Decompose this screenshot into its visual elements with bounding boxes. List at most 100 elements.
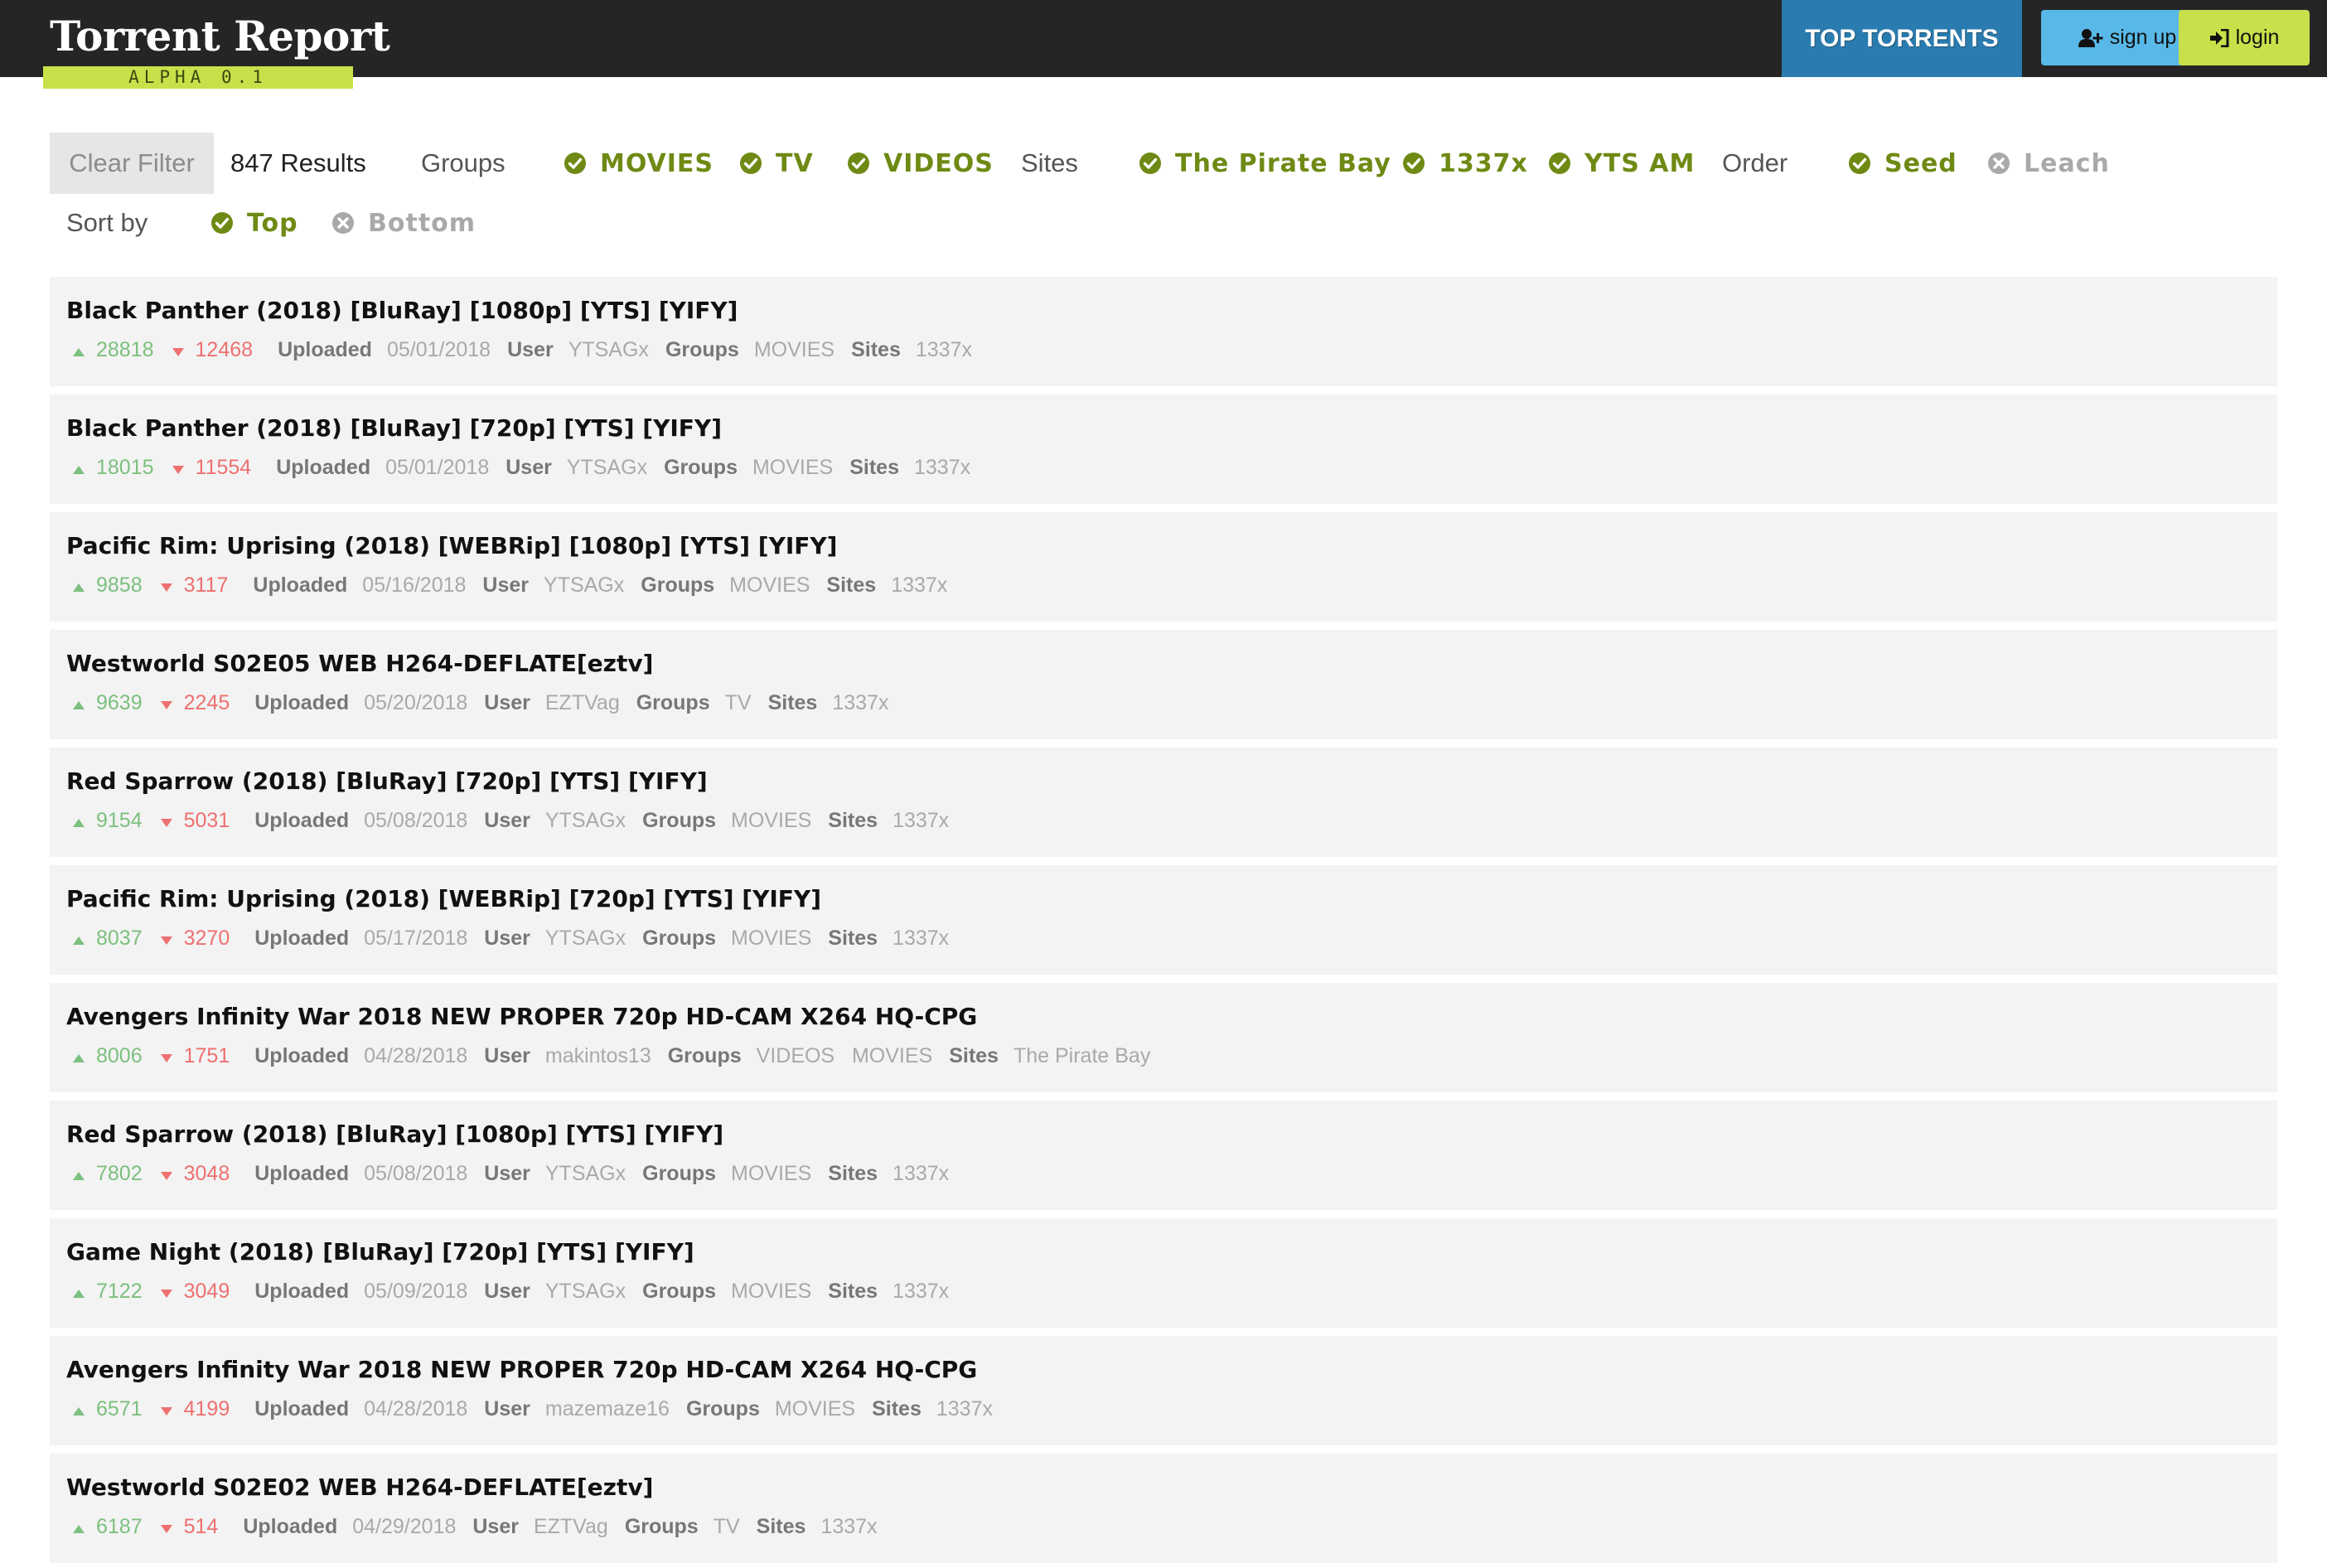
sort-bottom-label: Bottom [368, 208, 477, 238]
uploaded-label: Uploaded [254, 808, 350, 832]
torrent-title[interactable]: Black Panther (2018) [BluRay] [720p] [YT… [66, 412, 722, 445]
login-button[interactable]: login [2179, 10, 2310, 65]
uploaded-date: 05/17/2018 [364, 926, 468, 950]
uploader-name: YTSAGx [544, 808, 626, 832]
torrent-meta: 9639 2245 Uploaded 05/20/2018 User EZTVa… [73, 688, 905, 718]
check-circle-icon [1139, 152, 1162, 175]
sites-label: Sites [828, 1279, 878, 1303]
seed-count: 9154 [96, 808, 143, 832]
leech-count: 3049 [183, 1279, 230, 1303]
torrent-row[interactable]: Game Night (2018) [BluRay] [720p] [YTS] … [50, 1218, 2277, 1328]
filter-order-leach-label: Leach [2024, 148, 2110, 178]
filter-site-the-pirate-bay-label: The Pirate Bay [1175, 148, 1391, 178]
groups-label: Groups [624, 1514, 699, 1538]
filter-group-movies[interactable]: MOVIES [564, 133, 714, 194]
torrent-row[interactable]: Pacific Rim: Uprising (2018) [WEBRip] [1… [50, 512, 2277, 622]
leech-count: 11554 [195, 455, 252, 479]
uploaded-date: 04/28/2018 [364, 1043, 468, 1067]
groups-label: Groups [642, 926, 717, 950]
uploaded-date: 05/16/2018 [362, 573, 467, 597]
uploaded-label: Uploaded [278, 337, 372, 361]
leech-count: 12468 [195, 337, 254, 361]
seed-up-arrow-icon [73, 927, 85, 951]
uploaded-date: 04/29/2018 [352, 1514, 457, 1538]
groups-filter-label: Groups [421, 148, 506, 177]
check-circle-icon [1548, 152, 1571, 175]
torrent-row[interactable]: Avengers Infinity War 2018 NEW PROPER 72… [50, 983, 2277, 1092]
user-label: User [484, 1279, 530, 1303]
group-names: MOVIES [731, 1161, 812, 1185]
filter-group-videos[interactable]: VIDEOS [847, 133, 994, 194]
uploader-name: YTSAGx [568, 337, 649, 361]
group-names: TV [724, 690, 752, 714]
site-names: 1337x [936, 1396, 993, 1420]
groups-label: Groups [641, 573, 715, 597]
torrent-meta: 9858 3117 Uploaded 05/16/2018 User YTSAG… [73, 570, 964, 600]
torrent-title[interactable]: Pacific Rim: Uprising (2018) [WEBRip] [1… [66, 530, 837, 563]
torrent-title[interactable]: Red Sparrow (2018) [BluRay] [1080p] [YTS… [66, 1118, 723, 1151]
filter-order-seed[interactable]: Seed [1848, 133, 1957, 194]
site-names: The Pirate Bay [1013, 1043, 1151, 1067]
torrent-meta: 6571 4199 Uploaded 04/28/2018 User mazem… [73, 1394, 1009, 1424]
clear-filter-button[interactable]: Clear Filter [50, 133, 214, 194]
torrent-meta: 7122 3049 Uploaded 05/09/2018 User YTSAG… [73, 1276, 965, 1306]
seed-up-arrow-icon [73, 338, 85, 362]
torrent-row[interactable]: Black Panther (2018) [BluRay] [1080p] [Y… [50, 277, 2277, 386]
torrent-title[interactable]: Red Sparrow (2018) [BluRay] [720p] [YTS]… [66, 765, 708, 798]
logo-subtitle: ALPHA 0.1 [43, 66, 353, 89]
filter-order-seed-label: Seed [1884, 148, 1957, 178]
x-circle-icon [1987, 152, 2010, 175]
logo-title: Torrent Report [50, 12, 390, 60]
sites-filter-label: Sites [1021, 148, 1078, 177]
torrent-title[interactable]: Game Night (2018) [BluRay] [720p] [YTS] … [66, 1236, 694, 1269]
site-names: 1337x [893, 1279, 950, 1303]
torrent-title[interactable]: Black Panther (2018) [BluRay] [1080p] [Y… [66, 294, 738, 327]
leech-count: 514 [183, 1514, 219, 1538]
seed-count: 8037 [96, 926, 143, 950]
torrent-row[interactable]: Red Sparrow (2018) [BluRay] [1080p] [YTS… [50, 1101, 2277, 1210]
torrent-title[interactable]: Westworld S02E02 WEB H264-DEFLATE[eztv] [66, 1471, 653, 1504]
torrent-title[interactable]: Pacific Rim: Uprising (2018) [WEBRip] [7… [66, 883, 821, 916]
torrent-meta: 6187 514 Uploaded 04/29/2018 User EZTVag… [73, 1512, 894, 1541]
filter-site-yts-am[interactable]: YTS AM [1548, 133, 1695, 194]
sort-bottom[interactable]: Bottom [331, 192, 476, 254]
groups-label: Groups [642, 808, 717, 832]
torrent-row[interactable]: Pacific Rim: Uprising (2018) [WEBRip] [7… [50, 865, 2277, 975]
leech-count: 3048 [183, 1161, 230, 1185]
group-names: MOVIES [731, 1279, 812, 1303]
site-names: 1337x [893, 808, 950, 832]
results-count: 847 Results [230, 148, 366, 177]
logo[interactable]: Torrent Report ALPHA 0.1 [43, 0, 390, 90]
filter-group-tv[interactable]: TV [739, 133, 814, 194]
filter-site-1337x[interactable]: 1337x [1402, 133, 1528, 194]
sort-top-label: Top [247, 208, 298, 238]
uploader-name: YTSAGx [544, 573, 625, 597]
uploaded-label: Uploaded [254, 926, 350, 950]
uploaded-label: Uploaded [254, 1396, 350, 1420]
torrent-row[interactable]: Westworld S02E05 WEB H264-DEFLATE[eztv] … [50, 630, 2277, 739]
sites-label: Sites [828, 808, 878, 832]
seed-up-arrow-icon [73, 1515, 85, 1539]
torrent-row[interactable]: Westworld S02E02 WEB H264-DEFLATE[eztv] … [50, 1454, 2277, 1563]
leech-down-arrow-icon [160, 1044, 172, 1068]
seed-count: 6187 [96, 1514, 143, 1538]
torrent-title[interactable]: Avengers Infinity War 2018 NEW PROPER 72… [66, 1353, 977, 1387]
filter-site-the-pirate-bay[interactable]: The Pirate Bay [1139, 133, 1391, 194]
torrent-row[interactable]: Red Sparrow (2018) [BluRay] [720p] [YTS]… [50, 748, 2277, 857]
sort-by-label: Sort by [66, 208, 148, 237]
torrent-row[interactable]: Avengers Infinity War 2018 NEW PROPER 72… [50, 1336, 2277, 1445]
leech-down-arrow-icon [160, 809, 172, 833]
groups-label: Groups [685, 1396, 760, 1420]
torrent-title[interactable]: Avengers Infinity War 2018 NEW PROPER 72… [66, 1000, 977, 1033]
group-names: MOVIES [752, 455, 834, 479]
filter-order-leach[interactable]: Leach [1987, 133, 2110, 194]
torrent-row[interactable]: Black Panther (2018) [BluRay] [720p] [YT… [50, 394, 2277, 504]
filter-bar: Clear Filter 847 Results Groups MOVIES T… [50, 133, 2287, 257]
uploaded-date: 05/01/2018 [386, 337, 491, 361]
top-torrents-tab[interactable]: TOP TORRENTS [1782, 0, 2022, 77]
leech-down-arrow-icon [160, 1515, 172, 1539]
sort-top[interactable]: Top [210, 192, 298, 254]
torrent-title[interactable]: Westworld S02E05 WEB H264-DEFLATE[eztv] [66, 647, 653, 680]
seed-up-arrow-icon [73, 573, 85, 598]
seed-up-arrow-icon [73, 1397, 85, 1421]
